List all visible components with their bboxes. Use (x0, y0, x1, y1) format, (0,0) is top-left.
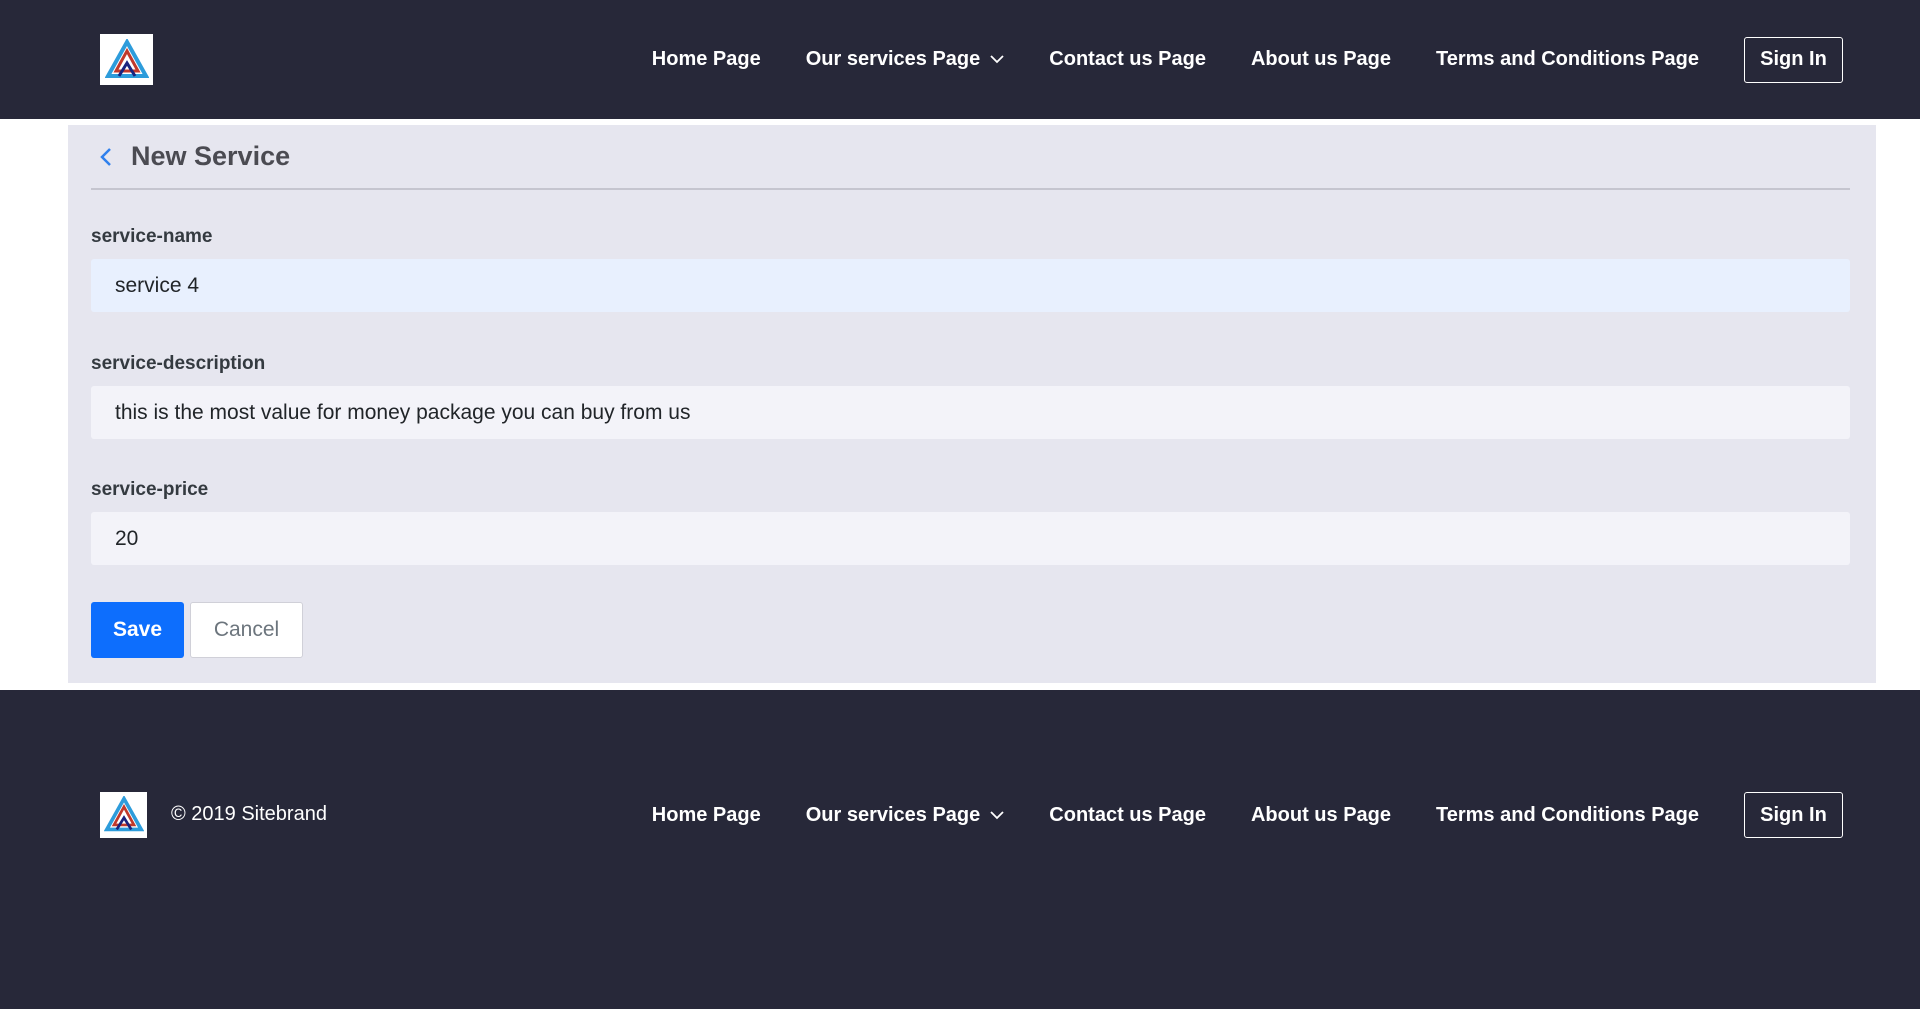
footer-nav-home[interactable]: Home Page (652, 804, 761, 827)
footer-nav-about[interactable]: About us Page (1251, 804, 1391, 827)
nav-contact-label: Contact us Page (1049, 48, 1206, 70)
chevron-down-icon (990, 810, 1004, 820)
footer-nav-services[interactable]: Our services Page (806, 804, 1005, 827)
sign-in-button[interactable]: Sign In (1744, 36, 1843, 83)
nav-contact[interactable]: Contact us Page (1049, 48, 1206, 71)
footer-logo[interactable] (100, 792, 147, 838)
page-title: New Service (131, 141, 291, 171)
nav-about[interactable]: About us Page (1251, 48, 1391, 71)
footer-nav: Home Page Our services Page Contact us P… (652, 792, 1843, 838)
service-name-input[interactable] (91, 259, 1850, 312)
service-name-label: service-name (91, 226, 213, 247)
footer-nav-contact[interactable]: Contact us Page (1049, 804, 1206, 827)
nav-home[interactable]: Home Page (652, 48, 761, 71)
brand-logo[interactable] (100, 34, 153, 85)
cancel-button[interactable]: Cancel (190, 602, 303, 658)
nav-about-label: About us Page (1250, 48, 1391, 70)
logo-icon (103, 796, 144, 832)
footer: © 2019 Sitebrand Home Page Our services … (0, 690, 1920, 1009)
logo-icon (104, 38, 149, 78)
footer-nav-services-label: Our services Page (805, 803, 981, 826)
back-arrow-icon[interactable] (91, 146, 121, 168)
new-service-panel: New Service service-name service-descrip… (68, 125, 1876, 683)
top-navbar: Home Page Our services Page Contact us P… (0, 0, 1920, 119)
footer-nav-contact-label: Contact us Page (1049, 803, 1206, 826)
copyright-text: © 2019 Sitebrand (171, 803, 327, 825)
panel-header: New Service (91, 125, 1850, 190)
service-price-input[interactable] (91, 512, 1850, 565)
footer-nav-terms[interactable]: Terms and Conditions Page (1436, 804, 1699, 827)
service-description-label: service-description (91, 353, 266, 374)
nav-terms-label: Terms and Conditions Page (1436, 48, 1699, 70)
footer-nav-home-label: Home Page (651, 803, 761, 826)
nav-services-label: Our services Page (805, 48, 981, 70)
footer-sign-in-button[interactable]: Sign In (1744, 792, 1843, 838)
footer-nav-about-label: About us Page (1250, 803, 1391, 826)
save-button[interactable]: Save (91, 602, 184, 658)
nav-services[interactable]: Our services Page (806, 48, 1005, 71)
nav-terms[interactable]: Terms and Conditions Page (1436, 48, 1699, 71)
service-description-input[interactable] (91, 386, 1850, 439)
service-price-label: service-price (91, 479, 209, 500)
main-nav: Home Page Our services Page Contact us P… (652, 0, 1843, 119)
chevron-down-icon (990, 55, 1004, 64)
footer-nav-terms-label: Terms and Conditions Page (1436, 803, 1699, 826)
nav-home-label: Home Page (651, 48, 761, 70)
